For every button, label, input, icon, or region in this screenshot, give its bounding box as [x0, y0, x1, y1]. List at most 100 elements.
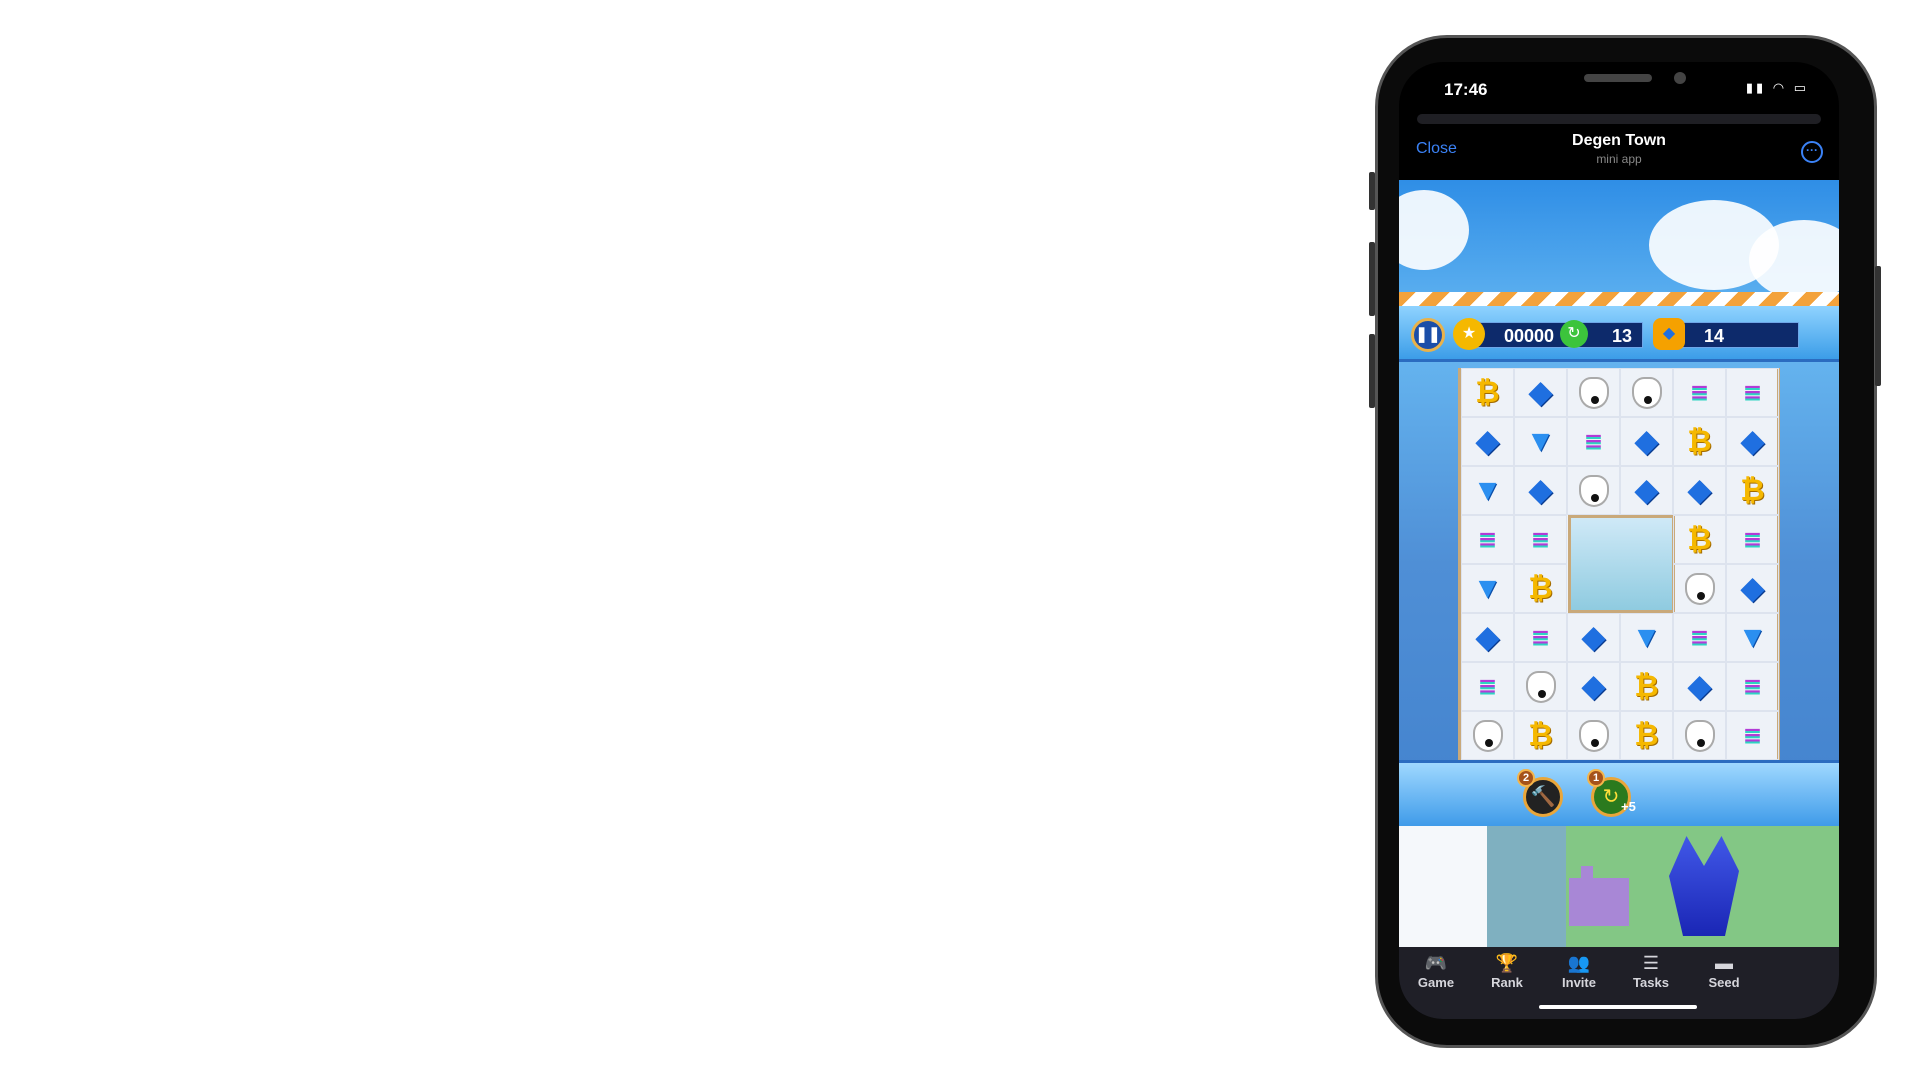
sol-icon: ≡ [1478, 669, 1497, 703]
game-hud: ❚❚ 00000 ★ 13 ↻ 14 ◆ [1399, 306, 1839, 362]
tile-eth[interactable]: ◆ [1514, 368, 1567, 417]
btc-icon: ₿ [1687, 424, 1712, 458]
eth-icon: ◆ [1634, 425, 1659, 458]
extra-moves-bonus: +5 [1621, 799, 1636, 814]
tab-label: Invite [1562, 975, 1596, 990]
target-counter: 14 [1669, 322, 1799, 348]
signal-wifi-battery-icon: ▮▮ ◠ ▭ [1745, 80, 1809, 95]
moves-icon: ↻ [1560, 320, 1588, 348]
tile-btc[interactable]: ₿ [1620, 662, 1673, 711]
tile-dog[interactable] [1567, 466, 1620, 515]
tile-ton[interactable]: ▼ [1620, 613, 1673, 662]
match3-board[interactable]: ₿ ◆ ≡ ≡ ◆ ▼ ≡ ◆ ₿ ◆ ▼ ◆ ◆ ◆ ₿ ≡ ≡ ₿ ≡ ▼ ₿ ◆ ◆ ≡ ◆ ▼ ≡ ▼ ≡ ◆ ₿ ◆ ≡ ₿ ₿ ≡ [1458, 368, 1780, 760]
eth-icon: ◆ [1740, 572, 1765, 605]
eth-target-icon: ◆ [1653, 318, 1685, 350]
tile-sol[interactable]: ≡ [1726, 515, 1779, 564]
tile-sol[interactable]: ≡ [1514, 613, 1567, 662]
coin-icon: ★ [1453, 318, 1485, 350]
tab-tasks[interactable]: ☰ Tasks [1611, 953, 1691, 990]
ton-icon: ▼ [1472, 571, 1503, 605]
speaker [1584, 74, 1652, 82]
sol-icon: ≡ [1584, 424, 1603, 458]
tile-dog[interactable] [1673, 711, 1726, 760]
tile-btc[interactable]: ₿ [1673, 417, 1726, 466]
tile-dog[interactable] [1620, 368, 1673, 417]
tile-dog[interactable] [1567, 711, 1620, 760]
eth-icon: ◆ [1528, 376, 1553, 409]
tab-seed[interactable]: ▬ Seed [1684, 953, 1764, 990]
tile-eth[interactable]: ◆ [1620, 417, 1673, 466]
tile-dog[interactable] [1514, 662, 1567, 711]
tile-btc[interactable]: ₿ [1514, 711, 1567, 760]
ton-icon: ▼ [1472, 473, 1503, 507]
btc-icon: ₿ [1528, 571, 1553, 605]
tile-btc[interactable]: ₿ [1726, 466, 1779, 515]
tile-ton[interactable]: ▼ [1461, 564, 1514, 613]
sol-icon: ≡ [1743, 375, 1762, 409]
tile-sol[interactable]: ≡ [1726, 711, 1779, 760]
tile-btc[interactable]: ₿ [1620, 711, 1673, 760]
tile-ton[interactable]: ▼ [1514, 417, 1567, 466]
tab-game[interactable]: 🎮 Game [1399, 953, 1476, 990]
tile-sol[interactable]: ≡ [1567, 417, 1620, 466]
tile-sol[interactable]: ≡ [1673, 613, 1726, 662]
blocked-cell-area [1568, 515, 1675, 613]
tab-invite[interactable]: 👥 Invite [1539, 953, 1619, 990]
mute-switch [1369, 172, 1375, 210]
tile-eth[interactable]: ◆ [1461, 613, 1514, 662]
tile-eth[interactable]: ◆ [1620, 466, 1673, 515]
eth-icon: ◆ [1740, 425, 1765, 458]
tile-eth[interactable]: ◆ [1726, 417, 1779, 466]
tile-sol[interactable]: ≡ [1673, 368, 1726, 417]
tile-eth[interactable]: ◆ [1673, 662, 1726, 711]
tab-label: Seed [1708, 975, 1740, 990]
pause-button[interactable]: ❚❚ [1411, 318, 1445, 352]
bottom-tab-bar: 🎮 Game 🏆 Rank 👥 Invite ☰ Tasks ▬ Seed [1399, 947, 1839, 1019]
tile-eth[interactable]: ◆ [1567, 613, 1620, 662]
sol-icon: ≡ [1531, 620, 1550, 654]
ton-icon: ▼ [1631, 620, 1662, 654]
tile-eth[interactable]: ◆ [1726, 564, 1779, 613]
btc-icon: ₿ [1528, 718, 1553, 752]
tile-dog[interactable] [1461, 711, 1514, 760]
sol-icon: ≡ [1690, 620, 1709, 654]
tile-btc[interactable]: ₿ [1514, 564, 1567, 613]
eth-icon: ◆ [1687, 670, 1712, 703]
tile-dog[interactable] [1567, 368, 1620, 417]
dog-icon [1578, 474, 1609, 507]
sheet-grabber[interactable] [1417, 114, 1821, 124]
tile-eth[interactable]: ◆ [1567, 662, 1620, 711]
dog-icon [1578, 376, 1609, 409]
app-subtitle: mini app [1596, 152, 1642, 166]
tile-sol[interactable]: ≡ [1726, 368, 1779, 417]
eth-icon: ◆ [1475, 621, 1500, 654]
tile-sol[interactable]: ≡ [1726, 662, 1779, 711]
sol-icon: ≡ [1690, 375, 1709, 409]
more-options-icon[interactable]: ··· [1801, 141, 1823, 163]
booster-bar: 🔨 2 ↻ 1 +5 [1399, 760, 1839, 826]
checklist-icon: ☰ [1642, 953, 1660, 973]
dog-icon [1631, 376, 1662, 409]
tile-ton[interactable]: ▼ [1726, 613, 1779, 662]
tile-sol[interactable]: ≡ [1514, 515, 1567, 564]
tile-sol[interactable]: ≡ [1461, 515, 1514, 564]
tile-ton[interactable]: ▼ [1461, 466, 1514, 515]
tile-eth[interactable]: ◆ [1673, 466, 1726, 515]
dog-icon [1684, 719, 1715, 752]
tile-btc[interactable]: ₿ [1673, 515, 1726, 564]
tile-eth[interactable]: ◆ [1461, 417, 1514, 466]
trophy-icon: 🏆 [1495, 953, 1519, 973]
game-canvas[interactable]: ❚❚ 00000 ★ 13 ↻ 14 ◆ ₿ ◆ ≡ ≡ ◆ ▼ ≡ ◆ ₿ ◆ ▼ ◆ ◆ ◆ ₿ ≡ ≡ ₿ ≡… [1399, 180, 1839, 947]
tile-eth[interactable]: ◆ [1514, 466, 1567, 515]
home-indicator[interactable] [1539, 1005, 1697, 1009]
world-scene [1399, 826, 1839, 947]
btc-icon: ₿ [1687, 522, 1712, 556]
tile-btc[interactable]: ₿ [1461, 368, 1514, 417]
cloud [1749, 220, 1839, 300]
tile-dog[interactable] [1673, 564, 1726, 613]
tab-rank[interactable]: 🏆 Rank [1467, 953, 1547, 990]
tile-sol[interactable]: ≡ [1461, 662, 1514, 711]
btc-icon: ₿ [1634, 718, 1659, 752]
gamepad-icon: 🎮 [1424, 953, 1448, 973]
volume-down-button [1369, 334, 1375, 408]
